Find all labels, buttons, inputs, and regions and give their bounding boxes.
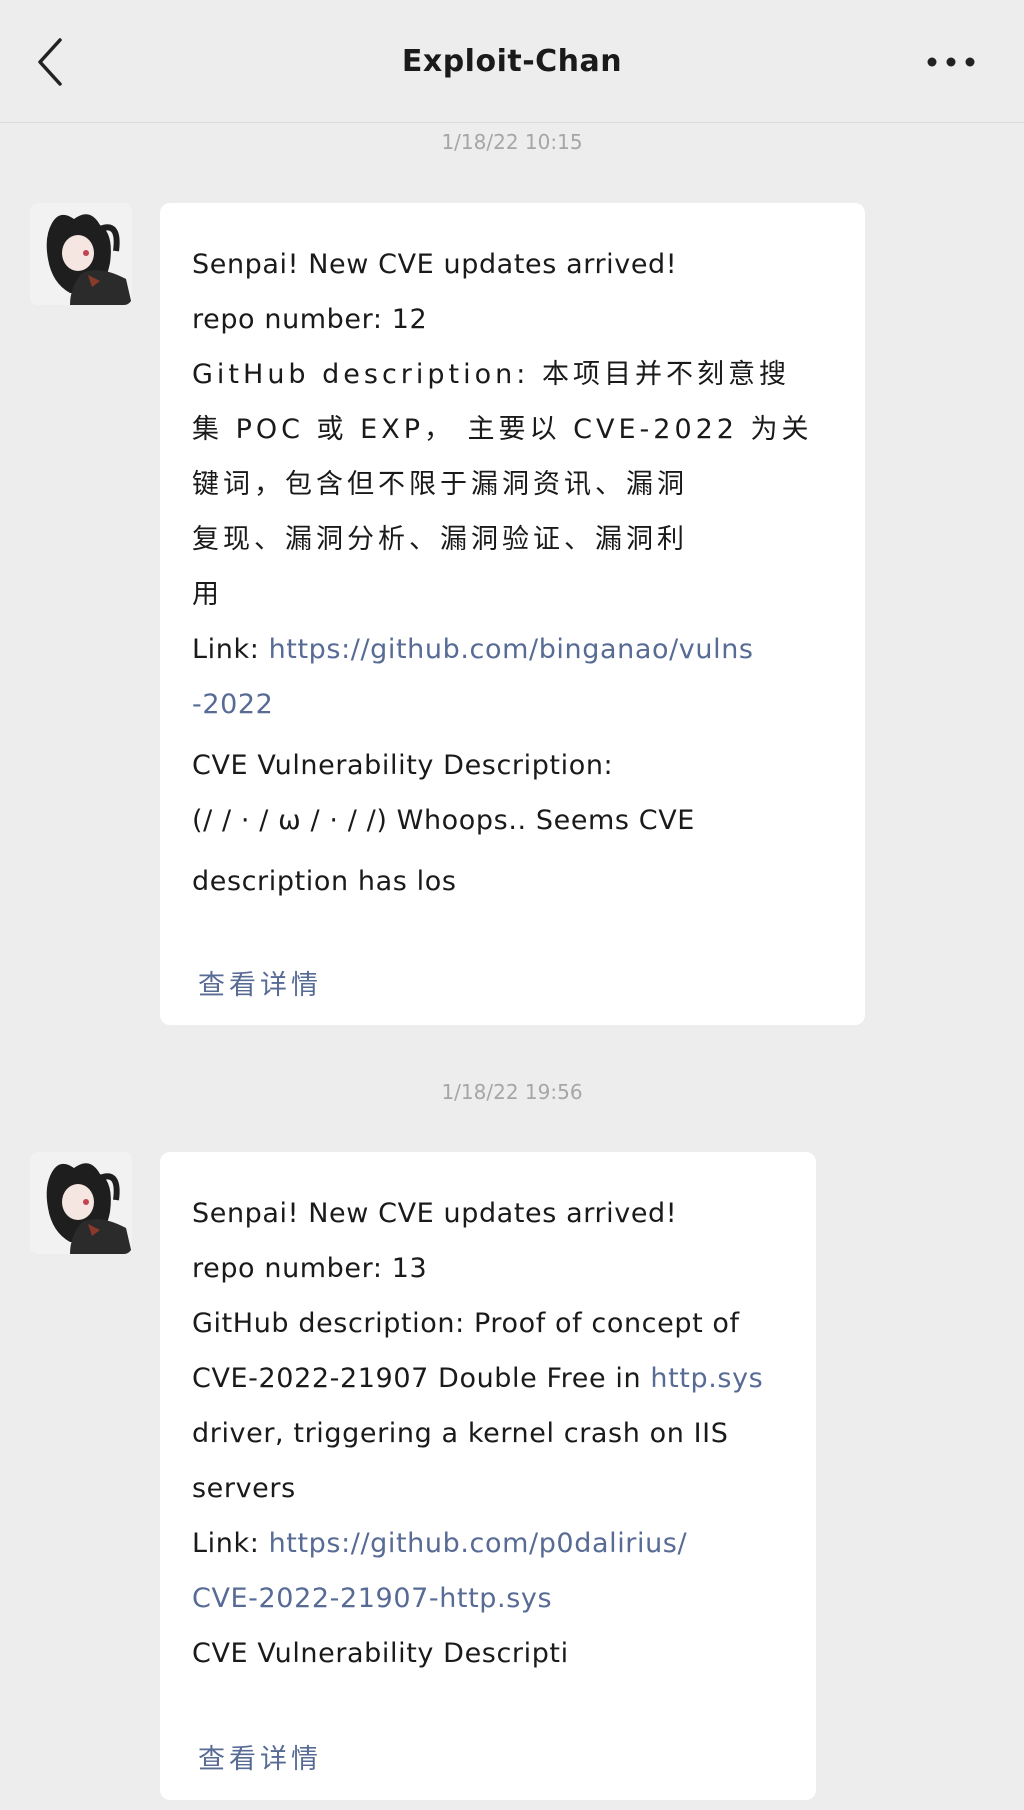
- avatar[interactable]: [30, 1152, 132, 1254]
- github-description: driver, triggering a kernel crash on IIS: [192, 1418, 729, 1449]
- nav-bar: Exploit-Chan: [0, 0, 1024, 123]
- github-description: 集 POC 或 EXP， 主要以 CVE-2022 为关: [192, 414, 813, 445]
- github-description: CVE-2022-21907 Double Free in: [192, 1363, 651, 1394]
- github-description: 复现、漏洞分析、漏洞验证、漏洞利: [192, 524, 688, 555]
- message-timestamp: 1/18/22 10:15: [441, 130, 583, 154]
- view-details-link[interactable]: 查看详情: [198, 963, 322, 1002]
- github-description-row: CVE-2022-21907 Double Free in http.sys: [192, 1351, 784, 1406]
- vulnerability-description: description has los: [192, 866, 457, 897]
- more-dots-icon: [927, 57, 975, 67]
- link-row: -2022: [192, 677, 833, 732]
- inline-link[interactable]: http.sys: [650, 1363, 763, 1394]
- message-bubble[interactable]: Senpai! New CVE updates arrived! repo nu…: [160, 203, 865, 1025]
- link-row: Link: https://github.com/binganao/vulns: [192, 622, 833, 677]
- avatar-image: [30, 203, 132, 305]
- link-row: CVE-2022-21907-http.sys: [192, 1571, 784, 1626]
- link-label: Link:: [192, 1528, 269, 1559]
- vulnerability-title: CVE Vulnerability Description:: [192, 750, 614, 781]
- github-description: GitHub description: Proof of concept of: [192, 1308, 740, 1339]
- link-row: Link: https://github.com/p0dalirius/: [192, 1516, 784, 1571]
- page-title: Exploit-Chan: [401, 44, 623, 79]
- message-timestamp: 1/18/22 19:56: [441, 1080, 583, 1104]
- avatar[interactable]: [30, 203, 132, 305]
- link-label: Link:: [192, 634, 269, 665]
- github-description: GitHub description: 本项目并不刻意搜: [192, 359, 790, 390]
- avatar-image: [30, 1152, 132, 1254]
- repo-link[interactable]: -2022: [192, 689, 273, 720]
- github-description: 用: [192, 579, 223, 610]
- repo-link[interactable]: CVE-2022-21907-http.sys: [192, 1583, 552, 1614]
- vulnerability-title: CVE Vulnerability Descripti: [192, 1638, 569, 1669]
- message-greeting: Senpai! New CVE updates arrived!: [192, 249, 678, 280]
- view-details-link[interactable]: 查看详情: [198, 1737, 322, 1776]
- more-button[interactable]: [926, 52, 976, 72]
- message-greeting: Senpai! New CVE updates arrived!: [192, 1198, 678, 1229]
- repo-number: repo number: 12: [192, 304, 428, 335]
- vulnerability-description: (/ / · / ω / · / /) Whoops.. Seems CVE: [192, 805, 695, 836]
- repo-link[interactable]: https://github.com/binganao/vulns: [269, 634, 754, 665]
- repo-link[interactable]: https://github.com/p0dalirius/: [269, 1528, 688, 1559]
- github-description: servers: [192, 1473, 296, 1504]
- github-description: 键词，包含但不限于漏洞资讯、漏洞: [192, 469, 688, 500]
- message-bubble[interactable]: Senpai! New CVE updates arrived! repo nu…: [160, 1152, 816, 1800]
- repo-number: repo number: 13: [192, 1253, 428, 1284]
